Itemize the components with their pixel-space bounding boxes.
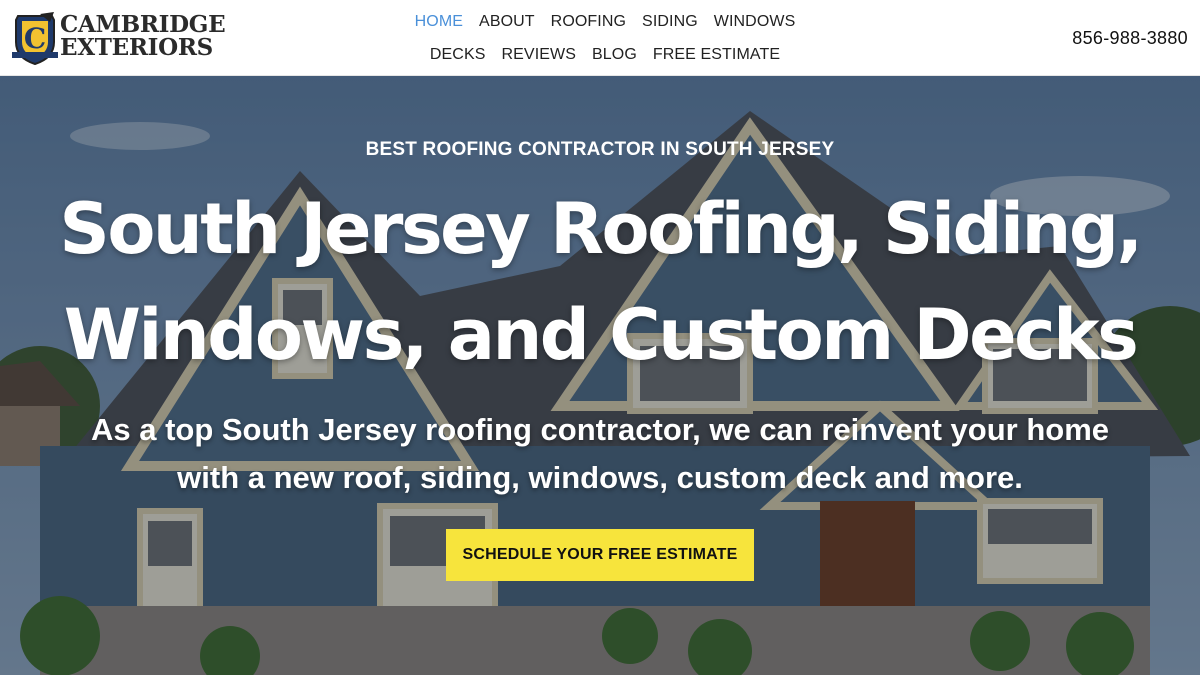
nav-item-reviews[interactable]: REVIEWS [502,45,577,65]
hero-title: South Jersey Roofing, Siding, Windows, a… [0,176,1200,388]
main-navigation: HOME ABOUT ROOFING SIDING WINDOWS DECKS … [405,0,805,76]
hero-title-line-2: Windows, and Custom Decks [63,294,1139,376]
phone-number-link[interactable]: 856-988-3880 [1072,28,1188,49]
hero-section: BEST ROOFING CONTRACTOR IN SOUTH JERSEY … [0,76,1200,675]
nav-item-blog[interactable]: BLOG [592,45,637,65]
nav-item-decks[interactable]: DECKS [430,45,486,65]
nav-row-2: DECKS REVIEWS BLOG FREE ESTIMATE [405,45,805,65]
hero-subtitle-line-2: with a new roof, siding, windows, custom… [177,460,1023,495]
logo-line-2: EXTERIORS [60,34,213,61]
nav-item-about[interactable]: ABOUT [479,12,535,32]
site-header: C CAMBRIDGE EXTERIORS HOME ABOUT ROOFING… [0,0,1200,76]
shield-badge-icon: C [12,12,58,66]
schedule-free-estimate-button[interactable]: SCHEDULE YOUR FREE ESTIMATE [446,529,754,581]
logo-wordmark: CAMBRIDGE EXTERIORS [60,11,226,61]
svg-text:C: C [24,22,46,55]
hero-title-line-1: South Jersey Roofing, Siding, [59,188,1143,270]
nav-row-1: HOME ABOUT ROOFING SIDING WINDOWS [405,12,805,32]
nav-item-home[interactable]: HOME [415,12,463,32]
hero-eyebrow: BEST ROOFING CONTRACTOR IN SOUTH JERSEY [365,139,835,160]
nav-item-roofing[interactable]: ROOFING [551,12,626,32]
logo-line-1: CAMBRIDGE [60,11,226,38]
nav-item-windows[interactable]: WINDOWS [714,12,796,32]
hero-subtitle-line-1: As a top South Jersey roofing contractor… [90,412,1110,447]
site-logo[interactable]: C CAMBRIDGE EXTERIORS [10,8,226,66]
nav-item-free-estimate[interactable]: FREE ESTIMATE [653,45,780,65]
hero-subtitle: As a top South Jersey roofing contractor… [40,406,1160,502]
nav-item-siding[interactable]: SIDING [642,12,698,32]
